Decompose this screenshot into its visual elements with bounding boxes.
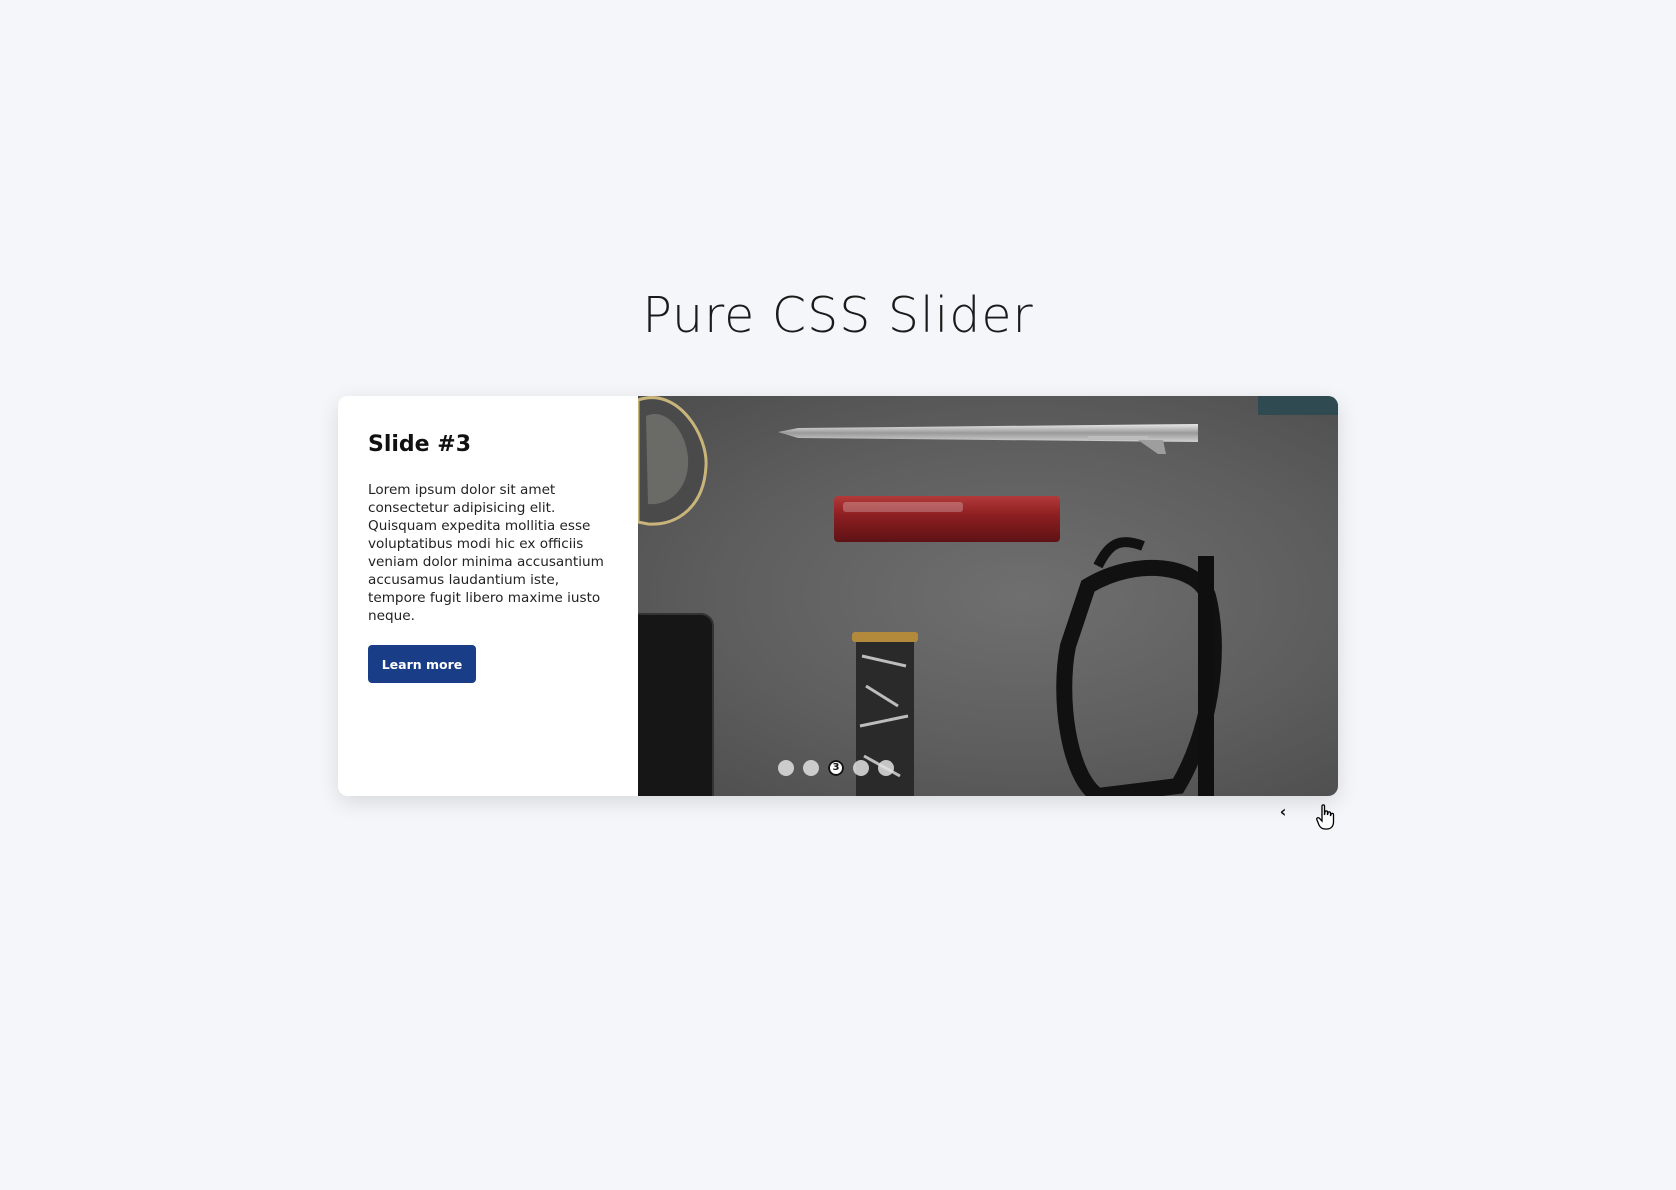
- pagination-dot-3[interactable]: 3: [828, 760, 844, 776]
- page-title: Pure CSS Slider: [642, 287, 1034, 344]
- slider: Slide #3 Lorem ipsum dolor sit amet cons…: [338, 396, 1338, 796]
- slide-text: Lorem ipsum dolor sit amet consectetur a…: [368, 482, 604, 624]
- chevron-left-icon[interactable]: ‹: [1271, 800, 1295, 824]
- slide-image: 3: [638, 396, 1338, 796]
- pagination-dot-2[interactable]: [803, 760, 819, 776]
- hand-cursor-icon: [1316, 804, 1335, 830]
- pagination-dot-4[interactable]: [853, 760, 869, 776]
- desk-flatlay-photo: [638, 396, 1338, 796]
- slide-heading: Slide #3: [368, 432, 471, 457]
- learn-more-button[interactable]: Learn more: [368, 645, 476, 683]
- pagination-dot-5[interactable]: [878, 760, 894, 776]
- pagination-dot-1[interactable]: [778, 760, 794, 776]
- pagination-dots: 3: [778, 760, 894, 776]
- slide-content: Slide #3 Lorem ipsum dolor sit amet cons…: [338, 396, 638, 796]
